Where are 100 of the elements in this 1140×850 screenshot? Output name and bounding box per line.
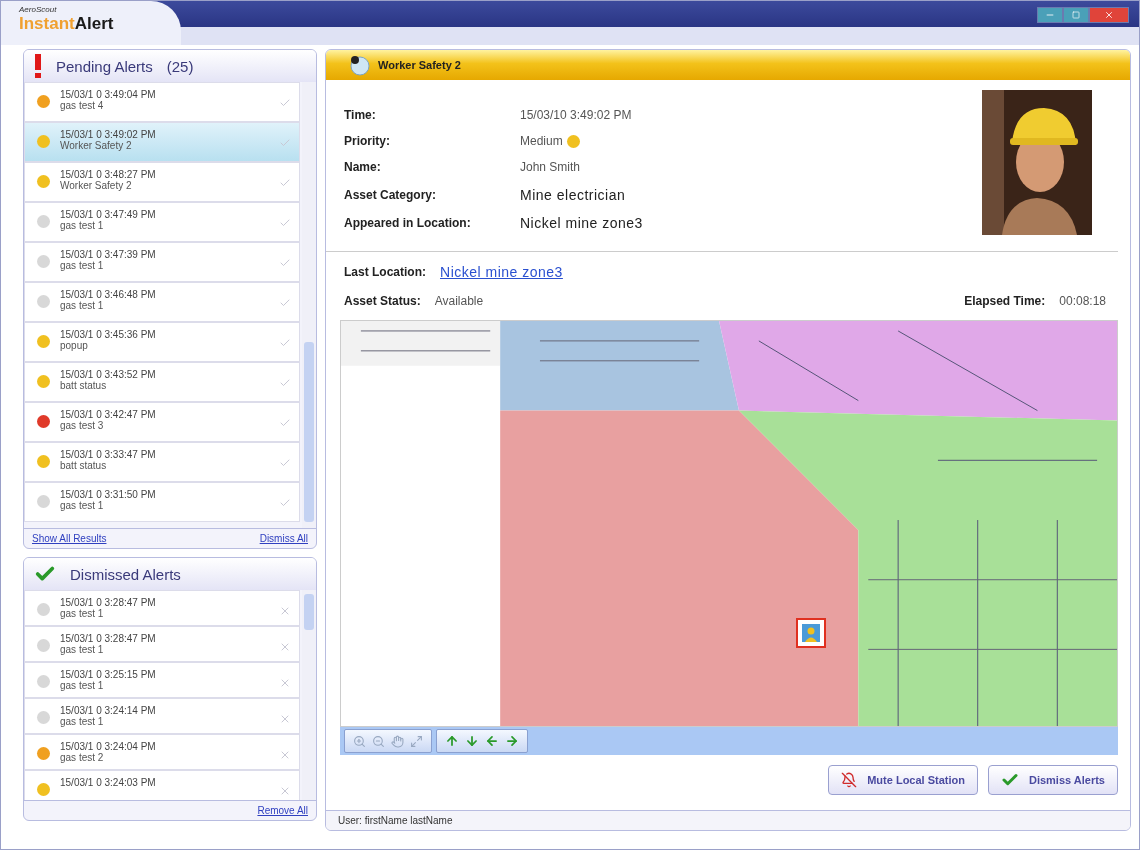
alert-row[interactable]: 15/03/1 0 3:49:02 PM Worker Safety 2 <box>24 122 300 162</box>
alert-time: 15/03/1 0 3:24:03 PM <box>60 777 157 788</box>
alert-time: 15/03/1 0 3:43:52 PM <box>60 369 157 380</box>
dismiss-alerts-button[interactable]: Dismiss Alerts <box>987 765 1118 795</box>
alert-count: (25) <box>166 57 194 75</box>
field-value: Nickel mine zone3 <box>520 214 643 231</box>
alert-name: Worker Safety 2 <box>60 180 133 191</box>
panel-title: Dismissed Alerts <box>70 565 181 583</box>
alert-row[interactable]: 15/03/1 0 3:24:14 PM gas test 1 <box>24 698 300 734</box>
check-icon[interactable] <box>279 137 291 149</box>
badge-icon <box>348 54 370 76</box>
alert-name: gas test 1 <box>60 260 105 271</box>
pan-left-button[interactable] <box>485 734 499 748</box>
alert-time: 15/03/1 0 3:31:50 PM <box>60 489 157 500</box>
alert-time: 15/03/1 0 3:24:04 PM <box>60 741 157 752</box>
mute-local-station-button[interactable]: Mute Local Station <box>828 765 978 795</box>
zoom-in-button[interactable] <box>353 734 366 748</box>
check-icon[interactable] <box>279 297 291 309</box>
logo-text: Instant <box>19 14 75 34</box>
alert-time: 15/03/1 0 3:49:02 PM <box>60 129 157 140</box>
alert-name: gas test 1 <box>60 608 105 619</box>
field-value: Mine electrician <box>520 186 627 203</box>
alert-name: gas test 1 <box>60 220 105 231</box>
alert-name: popup <box>60 340 89 351</box>
alert-name: gas test 1 <box>60 716 105 727</box>
location-link[interactable]: Nickel mine zone3 <box>440 264 563 280</box>
field-label: Asset Status: <box>344 294 421 308</box>
alert-row[interactable]: 15/03/1 0 3:33:47 PM batt status <box>24 442 300 482</box>
remove-icon[interactable] <box>279 605 291 617</box>
field-value: Available <box>434 294 484 308</box>
check-icon[interactable] <box>279 337 291 349</box>
check-icon[interactable] <box>279 97 291 109</box>
alert-row[interactable]: 15/03/1 0 3:25:15 PM gas test 1 <box>24 662 300 698</box>
fit-button[interactable] <box>410 734 423 748</box>
alert-time: 15/03/1 0 3:49:04 PM <box>60 89 157 100</box>
alert-row[interactable]: 15/03/1 0 3:49:04 PM gas test 4 <box>24 82 300 122</box>
alert-row[interactable]: 15/03/1 0 3:45:36 PM popup <box>24 322 300 362</box>
show-all-results-link[interactable]: Show All Results <box>32 533 107 544</box>
remove-icon[interactable] <box>279 749 291 761</box>
check-icon[interactable] <box>279 177 291 189</box>
alert-row[interactable]: 15/03/1 0 3:24:03 PM <box>24 770 300 800</box>
alert-row[interactable]: 15/03/1 0 3:47:39 PM gas test 1 <box>24 242 300 282</box>
zoom-out-button[interactable] <box>372 734 385 748</box>
field-value: 00:08:18 <box>1059 294 1106 308</box>
check-icon[interactable] <box>279 457 291 469</box>
alert-name: gas test 1 <box>60 680 105 691</box>
alert-time: 15/03/1 0 3:28:47 PM <box>60 633 157 644</box>
alert-row[interactable]: 15/03/1 0 3:28:47 PM gas test 1 <box>24 590 300 626</box>
field-value: 15/03/10 3:49:02 PM <box>520 108 633 123</box>
alert-name: batt status <box>60 380 108 391</box>
remove-icon[interactable] <box>279 641 291 653</box>
alert-row[interactable]: 15/03/1 0 3:48:27 PM Worker Safety 2 <box>24 162 300 202</box>
alert-time: 15/03/1 0 3:45:36 PM <box>60 329 157 340</box>
alert-time: 15/03/1 0 3:46:48 PM <box>60 289 157 300</box>
alert-row[interactable]: 15/03/1 0 3:24:04 PM gas test 2 <box>24 734 300 770</box>
alert-row[interactable]: 15/03/1 0 3:28:47 PM gas test 1 <box>24 626 300 662</box>
field-label: Last Location: <box>344 265 426 279</box>
panel-title: Pending Alerts <box>56 57 153 75</box>
alert-row[interactable]: 15/03/1 0 3:47:49 PM gas test 1 <box>24 202 300 242</box>
alert-time: 15/03/1 0 3:47:49 PM <box>60 209 157 220</box>
alert-row[interactable]: 15/03/1 0 3:46:48 PM gas test 1 <box>24 282 300 322</box>
remove-all-link[interactable]: Remove All <box>257 805 308 816</box>
field-label: Asset Category: <box>344 187 438 202</box>
pan-up-button[interactable] <box>445 734 459 748</box>
pan-right-button[interactable] <box>505 734 519 748</box>
alert-name: gas test 1 <box>60 500 105 511</box>
check-icon[interactable] <box>279 377 291 389</box>
alert-time: 15/03/1 0 3:47:39 PM <box>60 249 157 260</box>
remove-icon[interactable] <box>279 677 291 689</box>
person-marker-icon[interactable] <box>796 618 826 648</box>
check-icon[interactable] <box>279 497 291 509</box>
exclamation-icon <box>34 54 42 78</box>
check-icon[interactable] <box>279 417 291 429</box>
alert-row[interactable]: 15/03/1 0 3:31:50 PM gas test 1 <box>24 482 300 522</box>
alert-row[interactable]: 15/03/1 0 3:43:52 PM batt status <box>24 362 300 402</box>
pan-down-button[interactable] <box>465 734 479 748</box>
maximize-button[interactable] <box>1063 7 1089 23</box>
alert-time: 15/03/1 0 3:42:47 PM <box>60 409 157 420</box>
field-label: Time: <box>344 108 377 123</box>
minimize-button[interactable] <box>1037 7 1063 23</box>
mute-icon <box>841 772 858 788</box>
alert-time: 15/03/1 0 3:25:15 PM <box>60 669 157 680</box>
alert-name: gas test 4 <box>60 100 105 111</box>
close-button[interactable] <box>1089 7 1129 23</box>
remove-icon[interactable] <box>279 785 291 797</box>
dismiss-all-link[interactable]: Dismiss All <box>259 533 308 544</box>
maximize-icon <box>1072 11 1080 19</box>
status-text: User: firstName lastName <box>338 815 453 826</box>
alert-name: Worker Safety 2 <box>60 140 133 151</box>
alert-row[interactable]: 15/03/1 0 3:42:47 PM gas test 3 <box>24 402 300 442</box>
remove-icon[interactable] <box>279 713 291 725</box>
check-icon[interactable] <box>279 217 291 229</box>
pan-button[interactable] <box>391 734 404 748</box>
field-label: Appeared in Location: <box>344 215 472 230</box>
alert-name: batt status <box>60 460 108 471</box>
alert-time: 15/03/1 0 3:24:14 PM <box>60 705 157 716</box>
field-label: Name: <box>344 160 382 175</box>
check-icon[interactable] <box>279 257 291 269</box>
alert-time: 15/03/1 0 3:33:47 PM <box>60 449 157 460</box>
close-icon <box>1104 10 1114 20</box>
